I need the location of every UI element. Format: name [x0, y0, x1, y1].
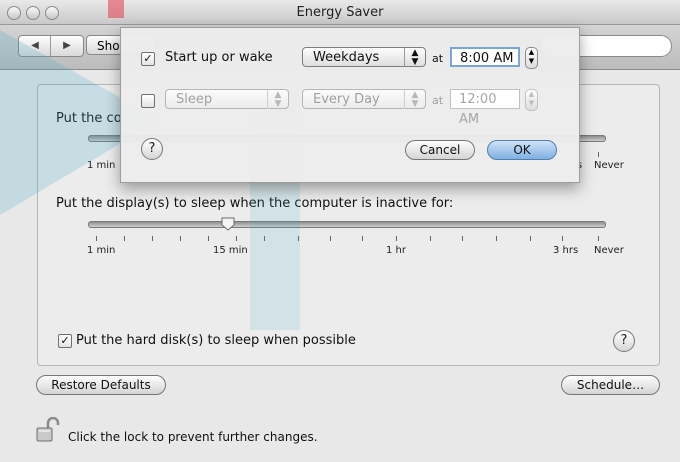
sleep-checkbox[interactable]: [141, 94, 155, 108]
title-bar: Energy Saver: [0, 0, 680, 25]
slider-tick: [298, 236, 299, 241]
computer-sleep-tick-never: Never: [594, 160, 624, 171]
startup-days-value: Weekdays: [313, 50, 380, 65]
cancel-button[interactable]: Cancel: [405, 140, 475, 160]
hard-disk-sleep-checkbox[interactable]: ✓: [58, 334, 72, 348]
slider-tick: [96, 236, 97, 241]
window-title: Energy Saver: [296, 5, 384, 20]
slider-tick: [496, 236, 497, 241]
slider-tick: [124, 236, 125, 241]
sleep-action-popup[interactable]: Sleep ▲ ▼: [165, 89, 289, 109]
display-sleep-tick-3hrs: 3 hrs: [553, 245, 579, 256]
slider-tick: [152, 236, 153, 241]
slider-tick: [330, 236, 331, 241]
slider-tick: [530, 236, 531, 241]
startup-checkbox[interactable]: ✓: [141, 52, 155, 66]
lock-message: Click the lock to prevent further change…: [68, 430, 318, 444]
display-sleep-label: Put the display(s) to sleep when the com…: [56, 196, 454, 211]
help-button[interactable]: ?: [613, 330, 635, 352]
popup-arrows-icon: ▲ ▼: [404, 90, 425, 109]
popup-arrows-icon: ▲ ▼: [404, 48, 425, 67]
startup-time-field[interactable]: 8:00 AM: [450, 47, 520, 67]
popup-arrows-icon: ▲ ▼: [267, 90, 288, 109]
computer-sleep-tick-1min: 1 min: [87, 160, 116, 171]
slider-tick: [598, 152, 599, 157]
back-button[interactable]: ◀: [19, 36, 51, 56]
hard-disk-sleep-label: Put the hard disk(s) to sleep when possi…: [76, 333, 356, 348]
energy-saver-window: Energy Saver ◀ ▶ Sho Put the co 1 min s …: [0, 0, 680, 462]
slider-tick: [180, 236, 181, 241]
schedule-button[interactable]: Schedule…: [561, 375, 660, 395]
startup-days-popup[interactable]: Weekdays ▲ ▼: [302, 47, 426, 67]
display-sleep-slider[interactable]: [88, 221, 606, 228]
display-sleep-tick-never: Never: [594, 245, 624, 256]
slider-tick: [362, 236, 363, 241]
sleep-time-stepper[interactable]: ▲ ▼: [525, 89, 538, 111]
forward-button[interactable]: ▶: [51, 36, 83, 56]
slider-tick: [208, 236, 209, 241]
lock-icon[interactable]: [36, 417, 60, 443]
sleep-action-value: Sleep: [176, 92, 213, 107]
sheet-help-button[interactable]: ?: [141, 138, 163, 160]
computer-sleep-label: Put the co: [56, 111, 122, 126]
slider-tick: [264, 236, 265, 241]
display-sleep-tick-1hr: 1 hr: [386, 245, 406, 256]
slider-tick: [430, 236, 431, 241]
startup-time-stepper[interactable]: ▲ ▼: [525, 47, 538, 69]
restore-defaults-button[interactable]: Restore Defaults: [36, 375, 166, 395]
sleep-at-label: at: [432, 94, 444, 107]
schedule-sheet: ✓ Start up or wake Weekdays ▲ ▼ at 8:00 A…: [120, 27, 580, 183]
back-forward-control: ◀ ▶: [18, 35, 84, 57]
slider-tick: [562, 236, 563, 241]
sleep-days-value: Every Day: [313, 92, 380, 107]
sleep-time-field[interactable]: 12:00 AM: [450, 89, 520, 127]
display-sleep-slider-thumb[interactable]: [221, 217, 235, 231]
slider-tick: [598, 236, 599, 241]
display-sleep-tick-15min: 15 min: [213, 245, 248, 256]
slider-tick: [236, 236, 237, 241]
startup-label: Start up or wake: [165, 50, 273, 65]
sleep-days-popup[interactable]: Every Day ▲ ▼: [302, 89, 426, 109]
slider-tick: [462, 236, 463, 241]
startup-at-label: at: [432, 52, 444, 65]
ok-button[interactable]: OK: [487, 140, 557, 160]
display-sleep-tick-1min: 1 min: [87, 245, 116, 256]
slider-tick: [396, 236, 397, 241]
